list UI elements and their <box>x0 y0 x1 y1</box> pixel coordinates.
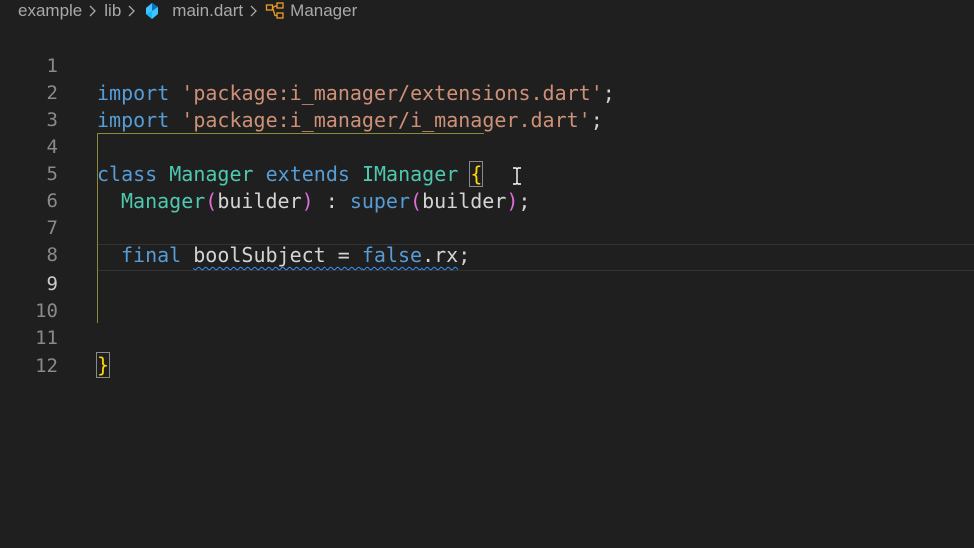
breadcrumb-item-example[interactable]: example <box>18 1 82 21</box>
code-line-9[interactable]: 9 <box>0 244 974 295</box>
breadcrumb-item-label: main.dart <box>172 1 244 20</box>
breadcrumb-item-manager[interactable]: Manager <box>265 1 357 21</box>
chevron-right-icon <box>121 2 143 20</box>
code-line-4[interactable]: 4 class Manager extends IManager { <box>0 107 974 187</box>
code-line-6[interactable]: 6 <box>0 161 974 212</box>
code-line-12[interactable]: 12 <box>0 326 974 377</box>
chevron-right-icon <box>82 2 104 20</box>
line-number: 12 <box>35 355 58 377</box>
dart-file-icon <box>143 2 161 20</box>
chevron-right-icon <box>243 2 265 20</box>
class-symbol-icon <box>265 2 285 20</box>
breadcrumb-item-label: Manager <box>290 1 358 20</box>
code-line-1[interactable]: 1 import 'package:i_manager/extensions.d… <box>0 26 974 105</box>
breadcrumb: example lib main.dart Manager <box>0 0 974 22</box>
code-line-11[interactable]: 11 } <box>0 298 974 378</box>
code-line-10[interactable]: 10 <box>0 271 974 322</box>
code-line-8[interactable]: 8 <box>0 215 974 266</box>
code-line-3[interactable]: 3 <box>0 80 974 131</box>
breadcrumb-item-lib[interactable]: lib <box>104 1 121 21</box>
close-brace-token: } <box>95 352 111 378</box>
line-content: } <box>95 352 111 379</box>
breadcrumb-item-main-dart[interactable]: main.dart <box>143 1 243 21</box>
code-editor[interactable]: 1 import 'package:i_manager/extensions.d… <box>0 26 974 548</box>
code-line-7[interactable]: 7 final boolSubject = false.rx; <box>0 188 974 267</box>
code-line-2[interactable]: 2 import 'package:i_manager/i_manager.da… <box>0 53 974 132</box>
code-line-5[interactable]: 5 Manager(builder) : super(builder); <box>0 134 974 213</box>
text-cursor-icon <box>512 167 522 185</box>
